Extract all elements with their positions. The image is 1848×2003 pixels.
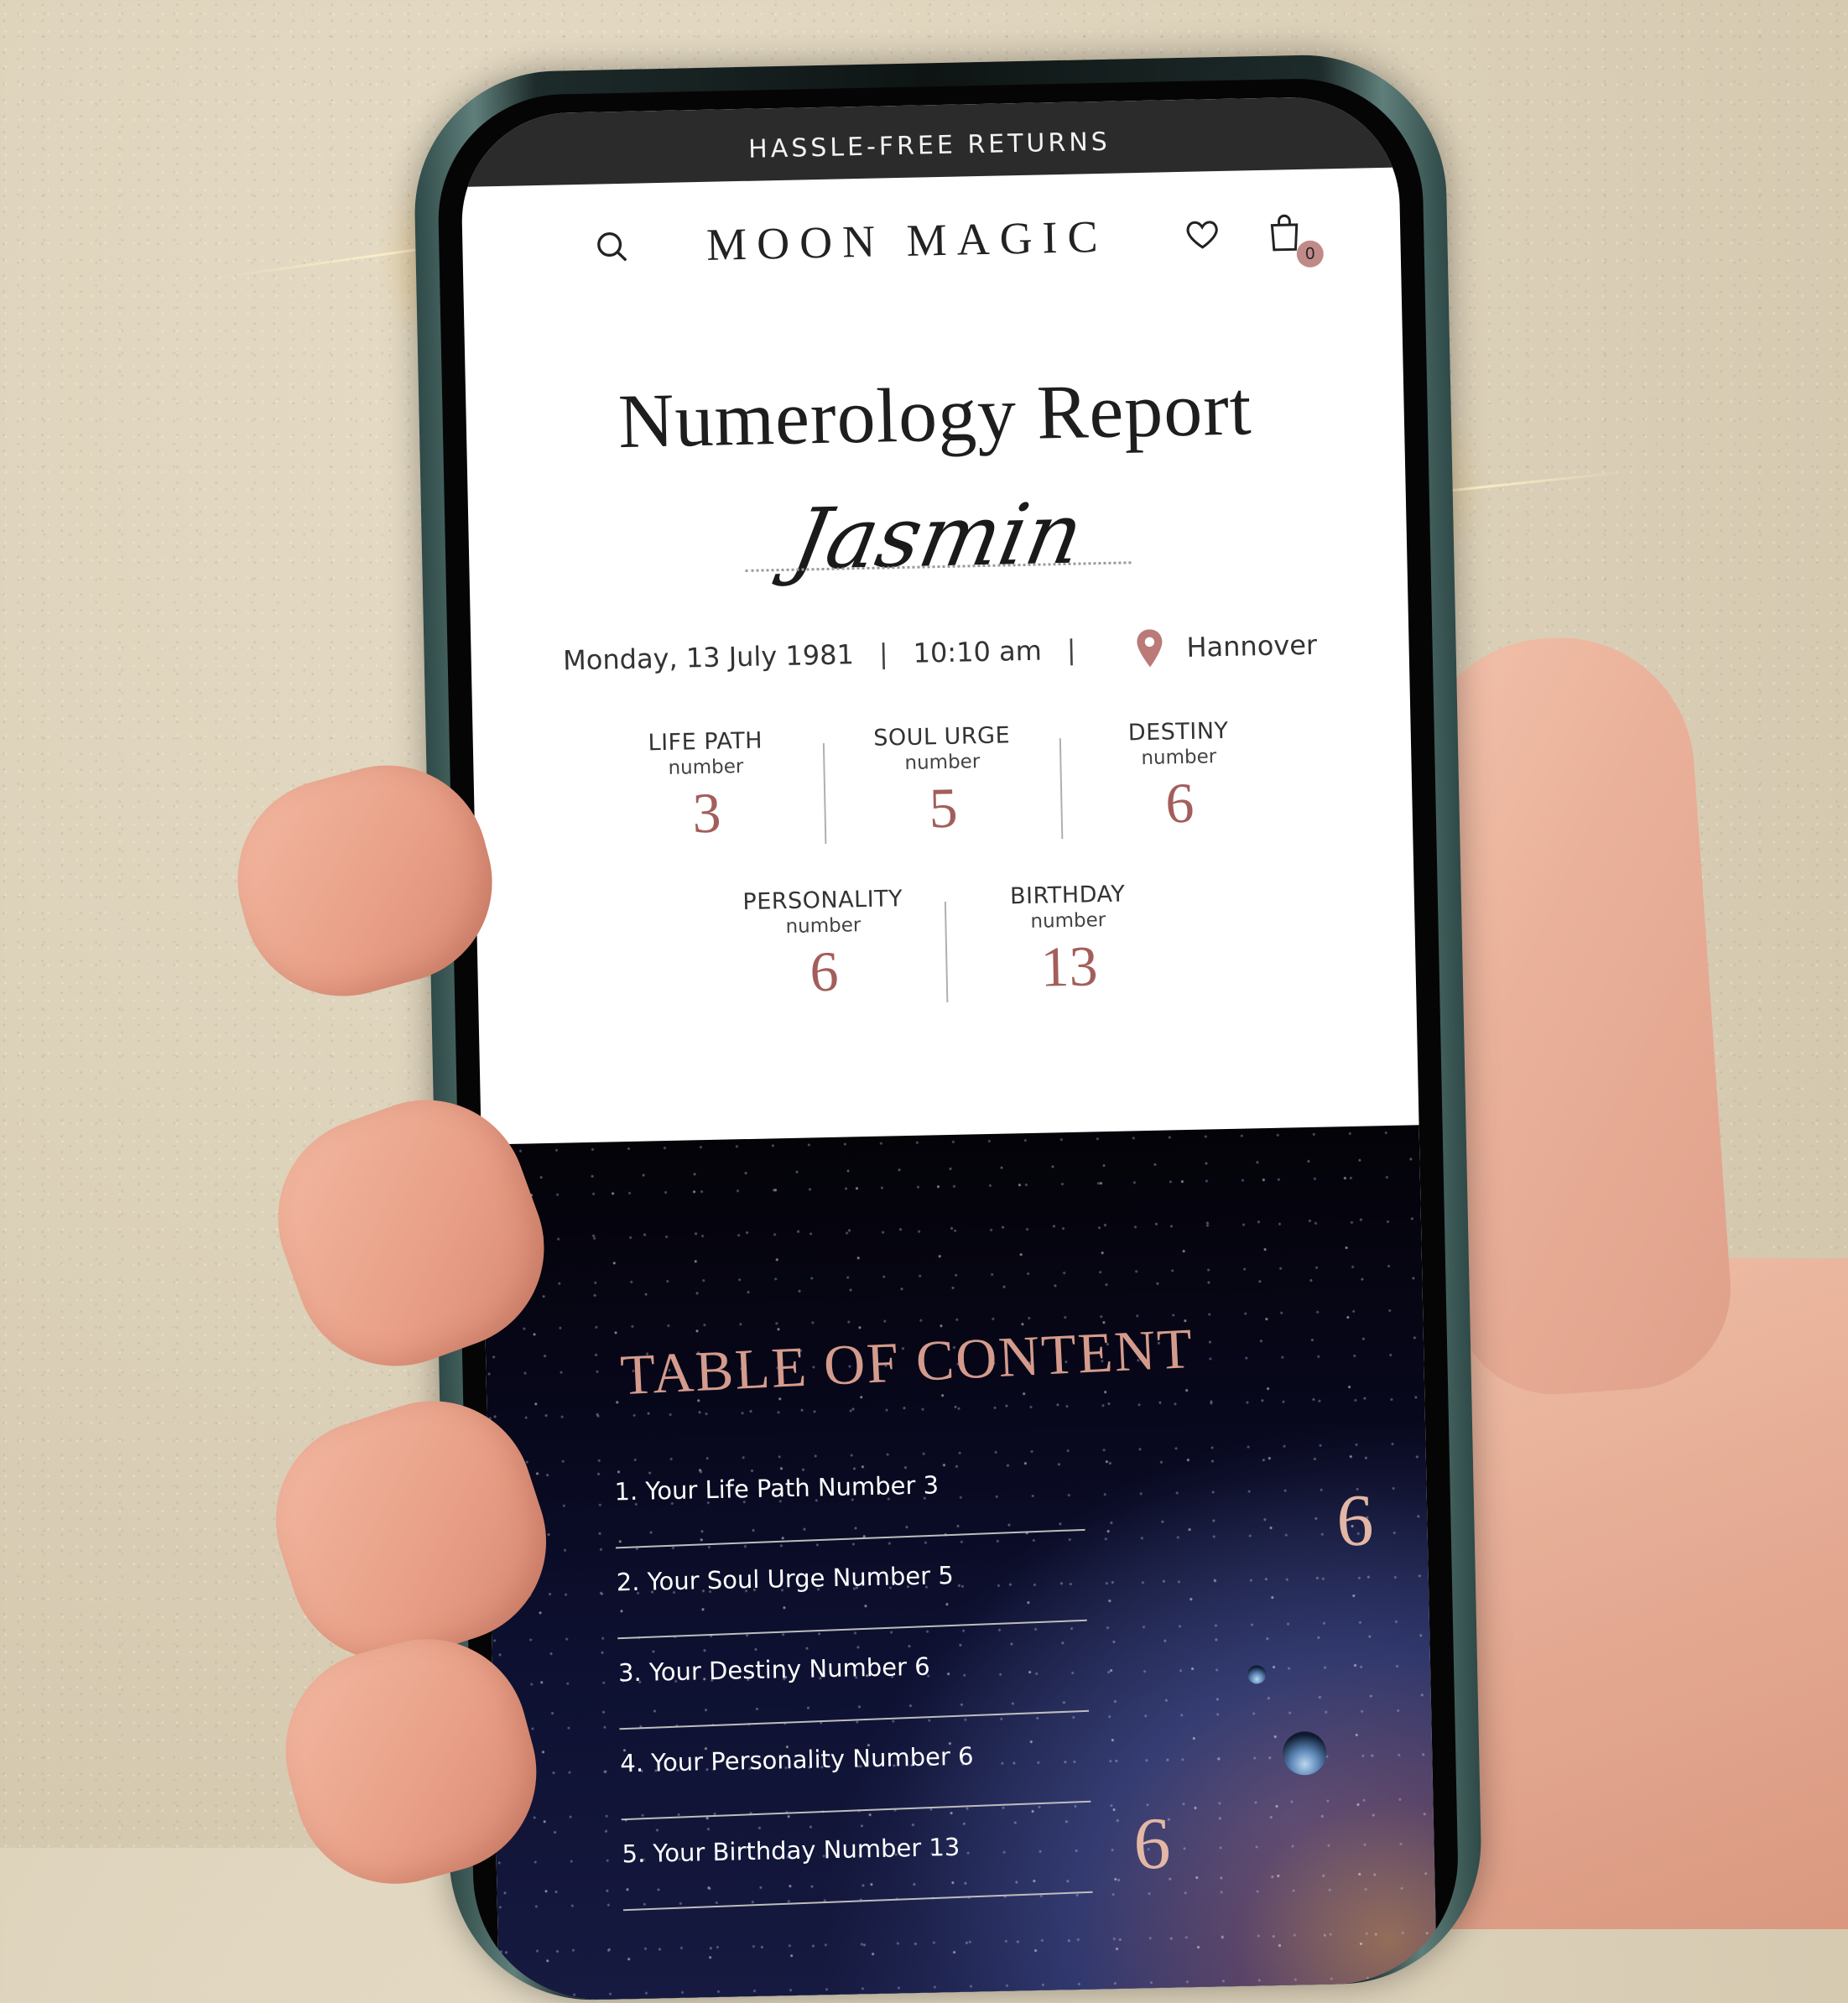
search-button[interactable]: [588, 223, 636, 271]
client-name: Jasmin: [784, 484, 1091, 589]
heart-icon: [1186, 221, 1218, 249]
core-numbers-row-2: PERSONALITY number 6 BIRTHDAY number 13: [476, 875, 1417, 1012]
map-pin-icon: [1134, 628, 1165, 668]
brand-logo[interactable]: MOON MAGIC: [705, 211, 1109, 271]
decorative-number: 6: [1335, 1480, 1375, 1563]
cart-count-badge: 0: [1296, 240, 1325, 268]
number-sublabel: number: [1030, 909, 1106, 933]
destiny-number: DESTINY number 6: [1060, 716, 1298, 839]
client-name-block: Jasmin: [743, 478, 1132, 596]
toc-item-text[interactable]: 3. Your Destiny Number 6: [618, 1652, 930, 1688]
nav-actions: 0: [1179, 209, 1325, 268]
toc-item[interactable]: 5. Your Birthday Number 13: [622, 1822, 1093, 1922]
phone-bezel: HASSLE-FREE RETURNS MOON MAGIC 0 Numerol…: [435, 75, 1460, 2003]
toc-item[interactable]: 2. Your Soul Urge Number 5: [616, 1550, 1087, 1651]
number-value: 5: [928, 775, 959, 840]
personality-number: PERSONALITY number 6: [701, 885, 947, 1007]
number-value: 13: [1039, 934, 1099, 999]
toc-item-text[interactable]: 2. Your Soul Urge Number 5: [616, 1561, 954, 1596]
life-path-number: LIFE PATH number 3: [588, 726, 825, 849]
toc-item-text[interactable]: 4. Your Personality Number 6: [620, 1742, 974, 1778]
promo-text: HASSLE-FREE RETURNS: [747, 127, 1111, 164]
phone-screen: HASSLE-FREE RETURNS MOON MAGIC 0 Numerol…: [460, 95, 1437, 2002]
birth-location: Hannover: [1186, 628, 1318, 663]
top-nav: MOON MAGIC 0: [461, 168, 1402, 313]
core-numbers-row-1: LIFE PATH number 3 SOUL URGE number 5 DE…: [473, 714, 1413, 851]
number-value: 6: [1164, 770, 1195, 835]
toc-item-text[interactable]: 1. Your Life Path Number 3: [614, 1470, 939, 1506]
toc-underline: [615, 1528, 1085, 1549]
number-sublabel: number: [668, 756, 744, 779]
toc-underline: [621, 1800, 1091, 1821]
soul-urge-number: SOUL URGE number 5: [824, 721, 1061, 844]
number-value: 6: [809, 939, 840, 1004]
table-of-content-section: TABLE OF CONTENT 1. Your Life Path Numbe…: [481, 1125, 1437, 2002]
toc-item[interactable]: 1. Your Life Path Number 3: [614, 1459, 1085, 1560]
toc-underline: [622, 1891, 1093, 1912]
number-label: LIFE PATH: [648, 727, 763, 757]
birth-time: 10:10 am: [913, 634, 1043, 669]
toc-item[interactable]: 3. Your Destiny Number 6: [617, 1641, 1090, 1741]
number-sublabel: number: [785, 914, 862, 939]
separator: |: [1066, 633, 1076, 666]
phone-frame: HASSLE-FREE RETURNS MOON MAGIC 0 Numerol…: [412, 52, 1484, 2003]
number-label: SOUL URGE: [873, 722, 1011, 752]
wishlist-button[interactable]: [1179, 211, 1226, 258]
separator: |: [878, 637, 889, 670]
number-sublabel: number: [904, 751, 981, 775]
search-icon: [597, 232, 627, 262]
decorative-number: 6: [1132, 1803, 1172, 1886]
toc-underline: [617, 1619, 1087, 1640]
toc-list: 1. Your Life Path Number 3 2. Your Soul …: [614, 1459, 1093, 1922]
report-title: Numerology Report: [617, 365, 1253, 465]
number-sublabel: number: [1141, 746, 1217, 770]
birth-details: Monday, 13 July 1981 | 10:10 am | Hannov…: [471, 623, 1409, 681]
number-value: 3: [691, 780, 722, 845]
cart-button[interactable]: 0: [1261, 209, 1325, 268]
number-label: BIRTHDAY: [1009, 881, 1126, 910]
toc-underline: [619, 1709, 1090, 1730]
birth-date: Monday, 13 July 1981: [562, 638, 855, 677]
number-label: DESTINY: [1127, 717, 1229, 747]
toc-item-text[interactable]: 5. Your Birthday Number 13: [622, 1833, 960, 1868]
number-label: PERSONALITY: [742, 886, 903, 916]
toc-item[interactable]: 4. Your Personality Number 6: [620, 1731, 1091, 1832]
birthday-number: BIRTHDAY number 13: [945, 880, 1191, 1002]
report-header: Numerology Report Jasmin Monday, 13 July…: [464, 293, 1416, 1012]
